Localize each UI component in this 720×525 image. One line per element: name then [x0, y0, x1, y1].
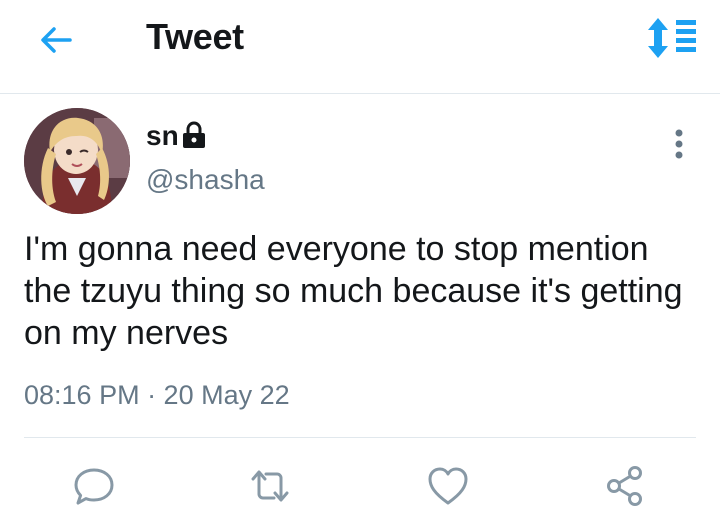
tweet-timestamp: 08:16 PM · 20 May 22 — [24, 380, 290, 410]
more-vertical-icon — [675, 129, 683, 159]
arrow-left-icon — [41, 27, 72, 53]
display-name[interactable]: sn — [146, 120, 179, 152]
retweet-icon — [251, 470, 289, 502]
retweet-button[interactable] — [246, 462, 294, 510]
top-app-bar: Tweet — [0, 0, 720, 94]
share-icon — [607, 466, 642, 506]
user-handle[interactable]: @shasha — [146, 164, 265, 196]
sort-updown-icon — [648, 18, 696, 58]
back-button[interactable] — [36, 20, 76, 60]
avatar-image — [24, 108, 130, 214]
sort-button[interactable] — [644, 14, 700, 62]
avatar[interactable] — [24, 108, 130, 214]
divider — [24, 437, 696, 438]
reply-button[interactable] — [70, 462, 118, 510]
like-button[interactable] — [424, 462, 472, 510]
like-icon — [428, 467, 468, 505]
lock-icon — [181, 121, 207, 149]
more-options-button[interactable] — [668, 124, 690, 164]
share-button[interactable] — [600, 462, 648, 510]
page-title: Tweet — [146, 16, 244, 57]
reply-icon — [74, 468, 114, 505]
tweet-text: I'm gonna need everyone to stop mention … — [24, 230, 683, 352]
